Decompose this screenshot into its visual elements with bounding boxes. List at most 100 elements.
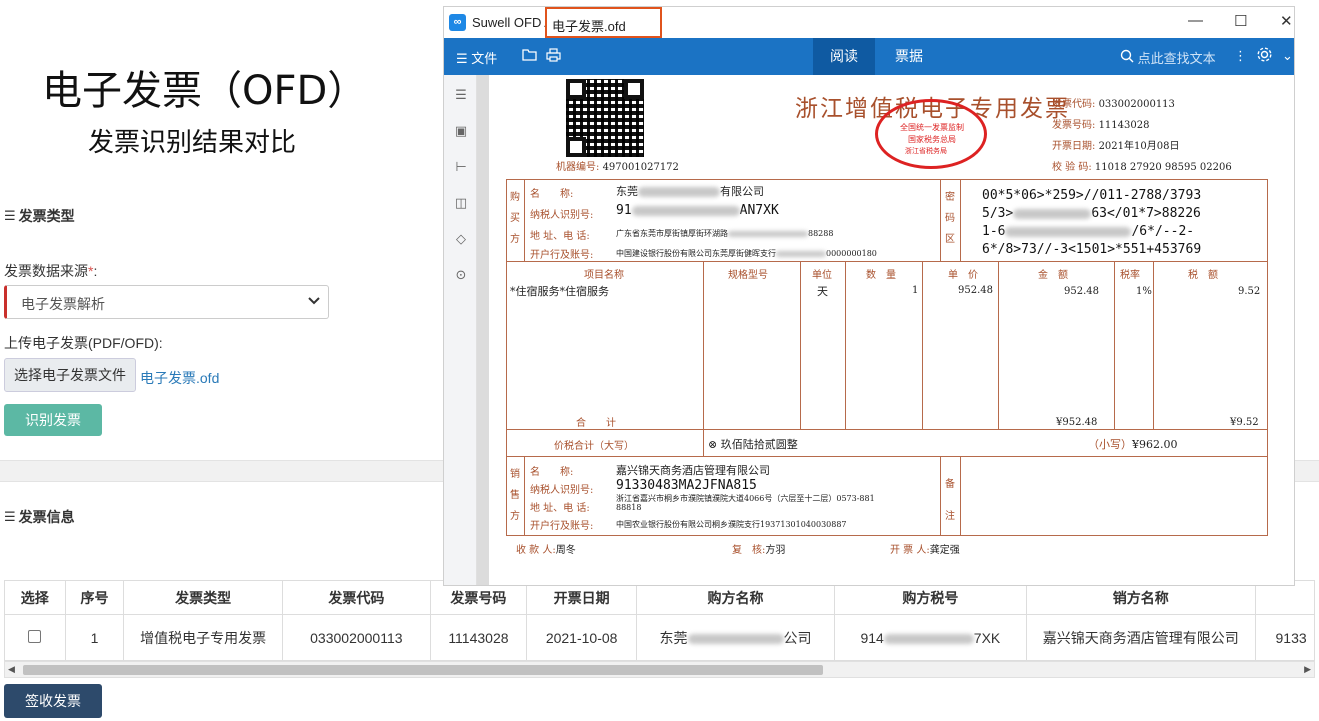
sign-invoice-button[interactable]: 签收发票 xyxy=(4,684,102,718)
meta-date: 开票日期: 2021年10月08日 xyxy=(1052,137,1179,152)
viewer-sidebar: ☰ ▣ ⊢ ◫ ◇ ⊙ xyxy=(444,75,477,585)
settings-icon[interactable] xyxy=(1256,46,1273,66)
item-header-spec: 规格型号 xyxy=(728,270,768,281)
issuer-value: 龚定强 xyxy=(929,545,960,556)
total-label: 合 计 xyxy=(576,418,616,429)
buyer-side-label: 购 买 方 xyxy=(509,187,521,250)
buyer-addr-label: 地 址、电 话: xyxy=(530,231,590,242)
buyer-taxid: 91 AN7XK xyxy=(616,203,779,218)
hamburger-icon: ☰ xyxy=(456,51,468,66)
more-icon[interactable]: ⋮ xyxy=(1234,48,1247,64)
password-line-3b: /6*/--2- xyxy=(1131,224,1195,239)
list-icon: ☰ xyxy=(4,208,16,223)
seller-side-char: 销 xyxy=(510,469,520,480)
horizontal-scrollbar[interactable]: ◀ ▶ xyxy=(4,661,1315,678)
source-label: 发票数据来源*: xyxy=(4,261,97,281)
row-checkbox[interactable] xyxy=(28,629,42,643)
buyer-side-char: 买 xyxy=(510,213,520,224)
buyer-side-char: 方 xyxy=(510,234,520,245)
col-select: 选择 xyxy=(4,580,66,615)
seller-side-label: 销 售 方 xyxy=(509,464,521,527)
recognize-invoice-button[interactable]: 识别发票 xyxy=(4,404,102,436)
file-menu[interactable]: ☰ 文件 xyxy=(456,48,497,67)
invoice-page: 浙江增值税电子专用发票 全国统一发票监制 国家税务总局 浙江省税务局 发票代码:… xyxy=(490,75,1290,585)
close-icon[interactable]: ✕ xyxy=(1280,12,1293,30)
payee-value: 周冬 xyxy=(555,545,576,556)
buyer-bank-label: 开户行及账号: xyxy=(530,250,594,261)
minimize-icon[interactable]: — xyxy=(1188,12,1203,29)
upload-label: 上传电子发票(PDF/OFD): xyxy=(4,335,163,351)
section-invoice-type-label: 发票类型 xyxy=(18,208,75,224)
grid-line xyxy=(1153,261,1154,429)
scroll-left-icon[interactable]: ◀ xyxy=(8,664,15,675)
folder-icon[interactable] xyxy=(522,48,537,64)
page-subtitle: 发票识别结果对比 xyxy=(88,128,297,158)
qr-finder xyxy=(566,79,586,99)
grid-line xyxy=(800,261,801,429)
doc-title-highlight: 电子发票.ofd xyxy=(545,7,662,38)
seller-side-char: 售 xyxy=(510,490,520,501)
price-tax-upper: ⊗ 玖佰陆拾贰圆整 xyxy=(708,436,798,452)
seal-text-top: 全国统一发票监制 xyxy=(900,123,964,132)
chevron-down-icon[interactable]: ⌄ xyxy=(1282,48,1293,64)
price-tax-label: 价税合计（大写） xyxy=(554,441,634,452)
password-side-label: 密 码 区 xyxy=(944,187,956,250)
taxid-prefix: 914 xyxy=(860,629,884,646)
redacted-blur xyxy=(638,187,720,197)
window-titlebar: ∞ Suwell OFD Ap 电子发票.ofd — ☐ ✕ xyxy=(444,7,1294,38)
buyer-bank-text: 中国建设银行股份有限公司东莞厚街健晖支行 xyxy=(616,249,776,258)
file-menu-label: 文件 xyxy=(471,51,498,66)
cancel-circle-icon: ⊗ xyxy=(708,438,718,451)
item-header-rate: 税率 xyxy=(1120,270,1140,281)
chevron-down-icon xyxy=(308,294,320,308)
meta-date-value: 2021年10月08日 xyxy=(1098,141,1180,152)
scroll-right-icon[interactable]: ▶ xyxy=(1304,664,1311,675)
layers-icon[interactable]: ◇ xyxy=(453,231,469,247)
item-header-unit: 单位 xyxy=(812,270,832,281)
source-label-text: 发票数据来源 xyxy=(4,263,88,279)
password-line-3: 1-6/6*/--2- xyxy=(982,224,1194,239)
meta-number-value: 11143028 xyxy=(1098,120,1150,131)
cell-seller-taxid: 9133 xyxy=(1254,614,1315,661)
price-tax-upper-text: 玖佰陆拾贰圆整 xyxy=(720,438,798,451)
print-icon[interactable] xyxy=(546,48,561,65)
meta-check-value: 11018 27920 98595 02206 xyxy=(1094,162,1232,173)
item-qty: 1 xyxy=(912,285,919,296)
buyer-addr: 广东省东莞市厚街镇厚街环湖路 88288 xyxy=(616,228,833,239)
seal-icon[interactable]: ⊙ xyxy=(453,267,469,283)
total-amount: ¥952.48 xyxy=(1056,417,1098,428)
password-line-2b: 63</01*7>88226 xyxy=(1091,206,1201,221)
qr-finder xyxy=(566,137,586,157)
list-icon: ☰ xyxy=(4,509,16,524)
search-box[interactable]: 点此查找文本 xyxy=(1120,48,1216,67)
bookmark-icon[interactable]: ◫ xyxy=(453,195,469,211)
item-header-qty: 数 量 xyxy=(866,270,896,281)
buyer-side-char: 购 xyxy=(510,192,520,203)
payee: 收 款 人:周冬 xyxy=(516,541,576,556)
tab-ticket[interactable]: 票据 xyxy=(878,38,940,75)
qr-code xyxy=(566,79,644,157)
buyer-name-suffix: 有限公司 xyxy=(720,185,764,198)
cell-number: 11143028 xyxy=(429,614,528,661)
table-row[interactable]: 1 增值税电子专用发票 033002000113 11143028 2021-1… xyxy=(4,614,1315,661)
seller-taxid-label: 纳税人识别号: xyxy=(530,485,594,496)
page-title: 电子发票（OFD） xyxy=(42,68,368,114)
outline-icon[interactable]: ☰ xyxy=(453,87,469,103)
image-icon[interactable]: ▣ xyxy=(453,123,469,139)
grid-line xyxy=(960,456,961,536)
buyer-taxid-prefix: 91 xyxy=(616,203,632,218)
qr-finder xyxy=(624,79,644,99)
grid-line xyxy=(524,179,525,261)
tree-icon[interactable]: ⊢ xyxy=(453,159,469,175)
password-line-2: 5/3> 63</01*7>88226 xyxy=(982,206,1201,221)
scrollbar-thumb[interactable] xyxy=(23,665,823,675)
source-select[interactable]: 电子发票解析 xyxy=(4,285,329,319)
maximize-icon[interactable]: ☐ xyxy=(1234,12,1247,30)
buyer-name-prefix: 东莞 xyxy=(616,185,638,198)
tab-read[interactable]: 阅读 xyxy=(813,38,875,75)
choose-file-button[interactable]: 选择电子发票文件 xyxy=(4,358,136,392)
meta-number: 发票号码: 11143028 xyxy=(1052,116,1149,131)
seller-bank-label: 开户行及账号: xyxy=(530,521,594,532)
redacted-blur xyxy=(687,633,784,644)
grid-line xyxy=(506,456,1268,457)
